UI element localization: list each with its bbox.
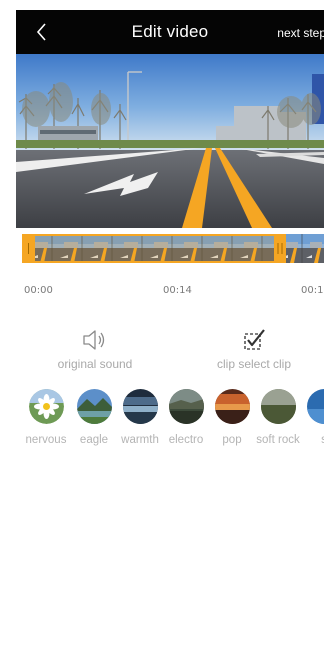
blue-sky-thumbnail-icon xyxy=(306,389,324,424)
filter-label: soft rock xyxy=(256,434,300,446)
dusk-sea-thumbnail-icon xyxy=(122,389,158,424)
time-label-end: 00:14 xyxy=(301,285,324,296)
original-sound-label: original sound xyxy=(57,357,133,371)
filter-label: warmth xyxy=(121,434,159,446)
field-thumbnail-icon xyxy=(260,389,296,424)
next-step-button[interactable]: next step xyxy=(277,26,324,40)
filter-item-soft-rock[interactable]: soft rock xyxy=(255,389,301,446)
clip-select-toggle[interactable]: clip select clip xyxy=(210,328,298,371)
edit-video-screen: Edit video next step 00:00 00:14 00:1 or… xyxy=(16,0,324,659)
speaker-icon xyxy=(83,330,105,350)
filter-item-nervous[interactable]: nervous xyxy=(23,389,69,446)
mountain-lake-thumbnail-icon xyxy=(76,389,112,424)
sunset-thumbnail-icon xyxy=(214,389,250,424)
filter-label: eagle xyxy=(79,434,109,446)
video-preview[interactable] xyxy=(16,54,324,228)
filter-item-warmth[interactable]: warmth xyxy=(117,389,163,446)
dark-landscape-thumbnail-icon xyxy=(168,389,204,424)
daisy-flower-thumbnail-icon xyxy=(28,389,64,424)
original-sound-toggle[interactable]: original sound xyxy=(55,328,135,371)
time-label-start: 00:00 xyxy=(24,285,53,296)
filter-item-electro[interactable]: electro xyxy=(163,389,209,446)
filter-item-eagle[interactable]: eagle xyxy=(71,389,117,446)
filter-item-s[interactable]: s xyxy=(301,389,324,446)
filter-label: s xyxy=(321,434,324,446)
clip-timeline-strip[interactable] xyxy=(22,234,324,263)
checkbox-checked-icon xyxy=(244,329,265,350)
filter-label: nervous xyxy=(25,434,67,446)
time-label-middle: 00:14 xyxy=(163,285,192,296)
filter-list: nervous eagle warmth electro pop soft ro… xyxy=(16,389,324,449)
timeline-frames xyxy=(22,234,324,263)
road-video-frame xyxy=(16,54,324,228)
filter-label: electro xyxy=(168,434,204,446)
clip-select-label: clip select clip xyxy=(216,357,292,371)
filter-item-pop[interactable]: pop xyxy=(209,389,255,446)
filter-label: pop xyxy=(222,434,242,446)
top-bar: Edit video next step xyxy=(16,10,324,54)
trim-right-handle xyxy=(274,234,286,263)
